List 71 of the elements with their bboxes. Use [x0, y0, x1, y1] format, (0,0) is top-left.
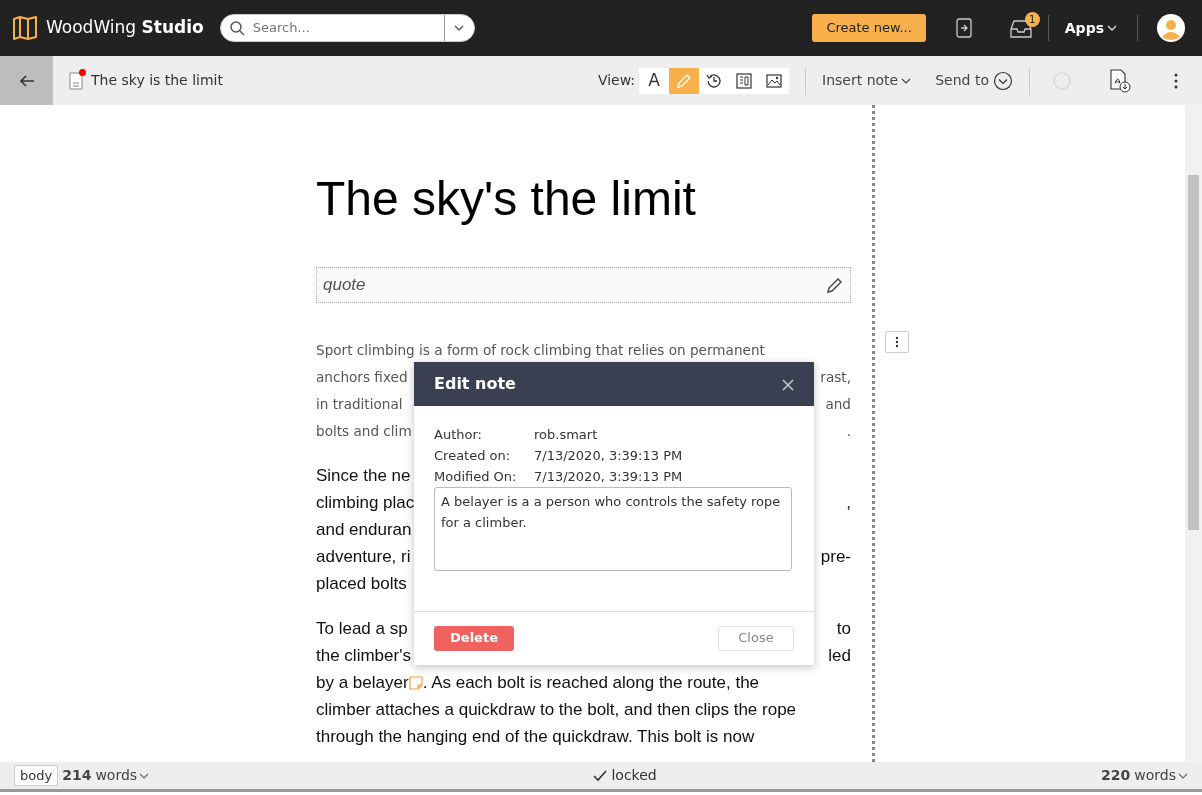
body-text: anchors fixed [316, 368, 408, 388]
body-text: and enduran [316, 518, 412, 541]
body-text: pre- [820, 545, 851, 568]
body-text: by a belayer . As each bolt is reached along the route, the [316, 671, 760, 694]
body-text: adventure, ri [316, 545, 411, 568]
brand-name: WoodWing Studio [46, 16, 204, 40]
body-text: the climber's [316, 644, 411, 667]
create-new-button[interactable]: Create new... [812, 14, 926, 42]
chevron-down-icon[interactable] [454, 24, 465, 32]
body-text: to [836, 617, 851, 640]
sign-in-icon[interactable] [955, 18, 972, 38]
apps-menu[interactable]: Apps [1064, 17, 1117, 39]
body-text: and [825, 395, 851, 415]
body-text: . [846, 422, 851, 442]
field-value: 7/13/2020, 3:39:13 PM [534, 447, 683, 465]
search-icon [228, 20, 245, 36]
more-options-button[interactable] [885, 331, 909, 353]
body-text: in traditional [316, 395, 403, 415]
history-icon [705, 71, 724, 90]
checkmark-icon [593, 769, 608, 782]
field-label: Author: [434, 426, 483, 444]
body-text: through the hanging end of the quickdraw. This bolt is now [316, 725, 755, 748]
layout-icon [735, 71, 754, 90]
body-text: Sport climbing is a form of rock climbing that relies on permanent [316, 341, 765, 361]
send-to-menu[interactable]: Send to [935, 70, 1013, 91]
body-text: rast, [820, 368, 851, 388]
document-title: The sky is the limit [91, 71, 223, 90]
field-label: Created on: [434, 447, 512, 465]
lock-status: locked [611, 766, 657, 785]
search-field[interactable]: Search... [250, 17, 431, 39]
book-logo-icon [12, 16, 38, 40]
body-text: To lead a sp [316, 617, 408, 640]
chevron-down-icon [139, 771, 150, 780]
notification-badge: 1 [1024, 12, 1040, 28]
total-word-count-menu[interactable]: 220 words [1101, 765, 1188, 786]
chevron-down-icon [1178, 771, 1188, 780]
style-tag[interactable]: body [14, 764, 59, 787]
document-icon [69, 72, 83, 91]
body-text: climbing plac [316, 491, 415, 514]
chevron-down-icon [901, 76, 912, 85]
search-bar[interactable]: Search... [219, 14, 475, 42]
body-text: climber attaches a quickdraw to the bolt, and then clips the rope [316, 698, 797, 721]
dialog-title: Edit note [434, 373, 516, 395]
quote-field[interactable]: quote [316, 267, 851, 303]
body-text: led [828, 644, 851, 667]
pdf-download-icon[interactable] [1108, 68, 1132, 93]
avatar-icon[interactable] [1156, 13, 1186, 43]
word-count-menu[interactable]: 214 words [62, 765, 150, 786]
more-options-icon [895, 336, 899, 348]
quote-placeholder: quote [323, 274, 366, 297]
close-icon [782, 378, 794, 391]
image-icon [765, 71, 784, 90]
close-button[interactable]: Close [718, 625, 794, 651]
chevron-circle-icon [993, 70, 1013, 91]
field-value: 7/13/2020, 3:39:13 PM [534, 468, 683, 486]
note-text-field[interactable]: A belayer is a a person who controls the safety rope for a climber. [434, 487, 792, 571]
pencil-icon[interactable] [826, 276, 844, 294]
note-marker-icon[interactable] [408, 675, 423, 690]
article-heading: The sky's the limit [316, 175, 696, 223]
inbox-icon[interactable] [1009, 19, 1032, 38]
view-label: View: [597, 71, 636, 90]
more-options-icon[interactable] [1174, 72, 1178, 89]
field-label: Modified On: [434, 468, 518, 486]
field-value: rob.smart [534, 426, 598, 444]
insert-note-menu[interactable]: Insert note [822, 70, 912, 91]
back-arrow-icon [18, 73, 35, 88]
body-text: placed bolts [316, 572, 407, 595]
chevron-down-icon [1107, 24, 1117, 32]
body-text: , [846, 491, 851, 514]
body-text: Since the ne [316, 464, 411, 487]
body-text: bolts and clim [316, 422, 412, 442]
